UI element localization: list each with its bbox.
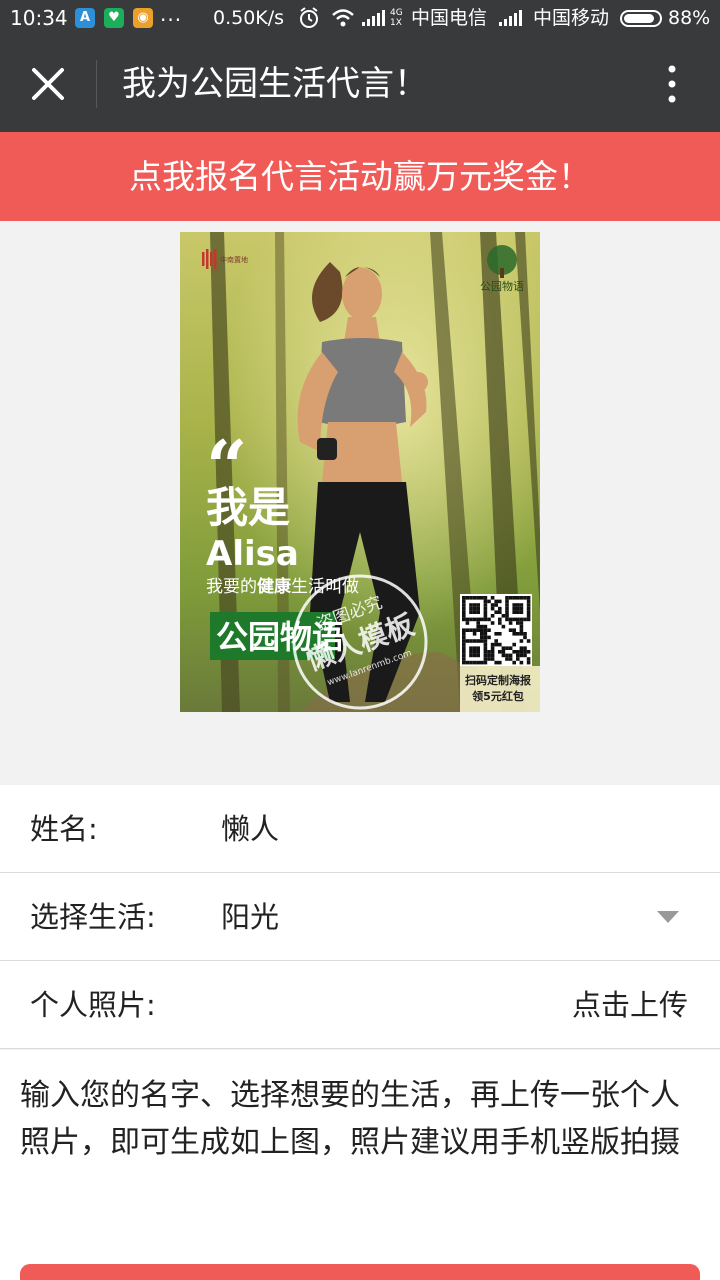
network-speed: 0.50K/s [213,7,285,29]
alarm-icon [298,0,320,36]
app-notification-icon: A [75,8,95,28]
signal-icon-2 [498,0,524,36]
network-type-top: 4G [390,8,403,18]
life-select-row[interactable]: 选择生活: 阳光 [0,873,720,961]
page-title: 我为公园生活代言！ [122,64,428,104]
submit-button[interactable] [20,1264,700,1280]
svg-text:公园物语: 公园物语 [480,279,524,293]
network-type-bottom: 1X [390,18,402,28]
poster-area: 中南置地 公园物语 “ 我是 Alisa 我要的健康生活叫做 公园物语 扫码定制… [0,221,720,785]
carrier-2: 中国移动 [533,7,610,29]
signal-icon [361,0,387,36]
upload-photo-button[interactable]: 点击上传 [572,961,688,1049]
wifi-icon [331,0,354,36]
shield-notification-icon: ♥ [104,8,124,28]
more-options-icon[interactable] [662,64,682,104]
svg-text:我是: 我是 [206,483,290,532]
photo-row[interactable]: 个人照片: 点击上传 [0,961,720,1049]
nav-divider [96,60,97,108]
promo-banner[interactable]: 点我报名代言活动赢万元奖金！ [0,132,720,221]
svg-text:中南置地: 中南置地 [220,255,248,264]
close-icon[interactable] [26,62,70,106]
status-time: 10:34 [10,6,68,30]
life-label: 选择生活: [30,900,156,934]
life-select[interactable]: 阳光 [221,873,279,961]
battery-icon [620,10,662,27]
svg-text:扫码定制海报: 扫码定制海报 [465,673,532,687]
more-notifications-icon: ... [160,2,183,26]
battery-percent: 88% [668,7,711,29]
status-bar: 10:34 A ♥ ◉ ... 0.50K/s 4G 1X 中国电信 中国移动 8… [0,0,720,36]
poster-image: 中南置地 公园物语 “ 我是 Alisa 我要的健康生活叫做 公园物语 扫码定制… [180,232,540,712]
name-label: 姓名: [30,812,98,846]
svg-text:领5元红包: 领5元红包 [471,689,524,703]
nav-header: 我为公园生活代言！ [0,36,720,132]
name-input[interactable]: 懒人 [221,785,279,873]
carrier-1: 中国电信 [411,7,488,29]
dropdown-arrow-icon[interactable] [657,911,679,923]
photo-label: 个人照片: [30,988,156,1022]
qr-code: 扫码定制海报 领5元红包 [460,594,540,712]
form: 姓名: 懒人 选择生活: 阳光 个人照片: 点击上传 [0,785,720,1049]
name-row[interactable]: 姓名: 懒人 [0,785,720,873]
network-type: 4G 1X [390,8,403,30]
app-notification-icon-2: ◉ [133,8,153,28]
instructions-text: 输入您的名字、选择想要的生活，再上传一张个人照片，即可生成如上图，照片建议用手机… [0,1050,720,1280]
svg-text:Alisa: Alisa [206,534,299,574]
